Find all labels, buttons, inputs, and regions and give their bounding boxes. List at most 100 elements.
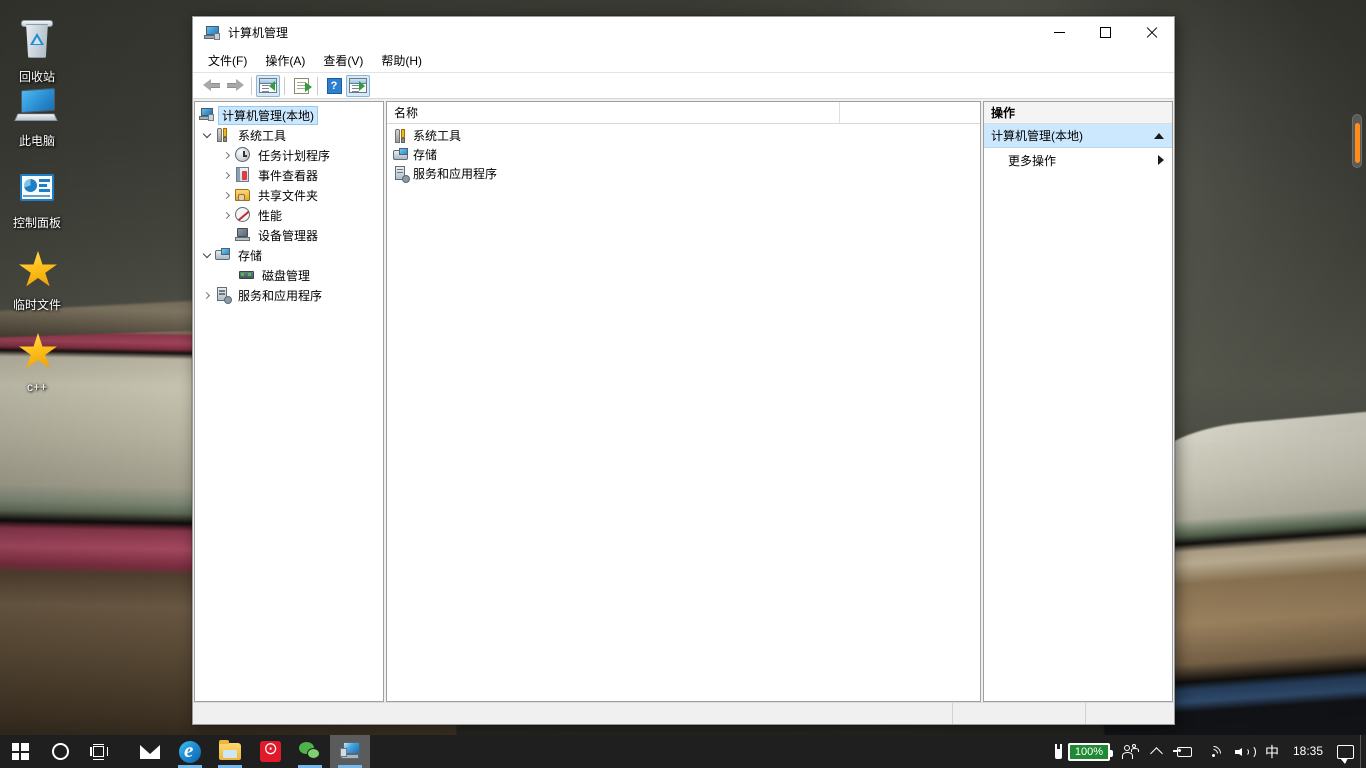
- star-shortcut-icon: [13, 328, 61, 376]
- tree-item-services-and-applications[interactable]: 服务和应用程序: [195, 285, 383, 305]
- taskbar-microsoft-edge[interactable]: [170, 735, 210, 768]
- close-button[interactable]: [1128, 18, 1174, 48]
- taskbar-mail[interactable]: [130, 735, 170, 768]
- help-button[interactable]: ?: [322, 75, 346, 97]
- tray-network[interactable]: [1199, 735, 1229, 768]
- window-action-icon: [349, 78, 367, 93]
- tray-safely-remove-hardware[interactable]: [1167, 735, 1199, 768]
- tray-notification-center[interactable]: [1331, 735, 1360, 768]
- taskbar-cortana-search[interactable]: [40, 735, 80, 768]
- desktop-icon-control-panel[interactable]: 控制面板: [0, 164, 74, 231]
- show-desktop-button[interactable]: [1360, 735, 1366, 768]
- menu-action[interactable]: 操作(A): [256, 49, 314, 72]
- tray-show-hidden-icons[interactable]: [1146, 735, 1167, 768]
- tree-item-label: 存储: [238, 248, 263, 263]
- chevron-down-icon[interactable]: [199, 127, 215, 143]
- tree-item-storage[interactable]: 存储: [195, 245, 383, 265]
- start-button[interactable]: [0, 735, 40, 768]
- chevron-right-icon[interactable]: [219, 187, 235, 203]
- tree-item-disk-management[interactable]: 磁盘管理: [195, 265, 383, 285]
- mail-icon: [140, 744, 160, 759]
- list-item[interactable]: 系统工具: [387, 126, 980, 145]
- menu-bar: 文件(F) 操作(A) 查看(V) 帮助(H): [193, 48, 1174, 73]
- list-item[interactable]: 服务和应用程序: [387, 164, 980, 183]
- minimize-button[interactable]: [1036, 18, 1082, 48]
- cortana-circle-icon: [51, 743, 69, 760]
- edge-icon: [179, 740, 201, 763]
- menu-view[interactable]: 查看(V): [314, 49, 372, 72]
- desktop-icon-temp-files[interactable]: 临时文件: [0, 246, 74, 313]
- forward-button[interactable]: [223, 75, 247, 97]
- chevron-right-icon[interactable]: [219, 147, 235, 163]
- shared-folders-icon: [235, 187, 251, 203]
- device-manager-icon: [235, 227, 251, 243]
- tray-input-method[interactable]: 中: [1259, 735, 1285, 768]
- tree-item-system-tools[interactable]: 系统工具: [195, 125, 383, 145]
- tree-item-performance[interactable]: 性能: [195, 205, 383, 225]
- desktop-icon-recycle-bin[interactable]: 回收站: [0, 18, 74, 85]
- computer-management-icon: [204, 25, 220, 41]
- list-item-label: 存储: [413, 148, 438, 162]
- tray-people[interactable]: [1116, 735, 1146, 768]
- list-item-label: 系统工具: [413, 129, 462, 143]
- taskbar-wechat[interactable]: [290, 735, 330, 768]
- slider-fill: [1355, 123, 1360, 163]
- desktop: 回收站 此电脑 控制面板 临时文件 c++ 计算机管理 文件(F) 操作(A) …: [0, 0, 1366, 768]
- tray-clock[interactable]: 18:35: [1285, 735, 1331, 768]
- chevron-right-icon[interactable]: [199, 287, 215, 303]
- tray-volume[interactable]: [1229, 735, 1259, 768]
- tree-item-shared-folders[interactable]: 共享文件夹: [195, 185, 383, 205]
- menu-help[interactable]: 帮助(H): [372, 49, 431, 72]
- tree-item-label: 任务计划程序: [258, 148, 331, 163]
- desktop-icon-this-pc[interactable]: 此电脑: [0, 82, 74, 149]
- window-titlebar[interactable]: 计算机管理: [193, 17, 1174, 48]
- netease-music-icon: [259, 739, 281, 762]
- window-tree-icon: [259, 78, 277, 93]
- chevron-up-icon: [1150, 747, 1163, 760]
- tree-item-event-viewer[interactable]: 事件查看器: [195, 165, 383, 185]
- action-more-actions[interactable]: 更多操作: [984, 148, 1172, 172]
- taskbar-task-view[interactable]: [80, 735, 120, 768]
- export-list-button[interactable]: [289, 75, 313, 97]
- screen-brightness-slider[interactable]: [1352, 114, 1362, 168]
- chevron-right-icon[interactable]: [219, 167, 235, 183]
- services-apps-icon: [393, 165, 410, 183]
- taskbar-netease-music[interactable]: [250, 735, 290, 768]
- recycle-bin-icon: [13, 18, 61, 66]
- desktop-icon-cpp[interactable]: c++: [0, 328, 74, 395]
- storage-icon: [393, 147, 409, 163]
- window-body: 计算机管理(本地) 系统工具 任务计划程序 事件查看器 共享文件夹 性能 设备管…: [193, 99, 1174, 702]
- chevron-down-icon[interactable]: [199, 247, 215, 263]
- action-item-label: 更多操作: [1008, 153, 1057, 168]
- caret-up-icon[interactable]: [1154, 132, 1164, 139]
- tree-item-task-scheduler[interactable]: 任务计划程序: [195, 145, 383, 165]
- usb-eject-icon: [1172, 745, 1193, 758]
- battery-indicator: 100%: [1067, 742, 1113, 761]
- actions-group-computer-management[interactable]: 计算机管理(本地): [984, 124, 1172, 148]
- taskbar-file-explorer[interactable]: [210, 735, 250, 768]
- question-mark-icon: ?: [326, 77, 342, 94]
- toolbar-separator: [317, 76, 318, 95]
- chevron-right-icon[interactable]: [219, 207, 235, 223]
- show-action-pane-button[interactable]: [346, 74, 370, 97]
- taskbar-computer-management[interactable]: [330, 735, 370, 768]
- tree-item-device-manager[interactable]: 设备管理器: [195, 225, 383, 245]
- status-bar: [193, 702, 1174, 724]
- battery-percent-label: 100%: [1074, 745, 1104, 758]
- tray-battery[interactable]: 100%: [1046, 735, 1116, 768]
- column-header-blank[interactable]: [840, 102, 847, 123]
- toolbar-separator: [284, 76, 285, 95]
- tree-item-label: 事件查看器: [258, 168, 319, 183]
- list-item[interactable]: 存储: [387, 145, 980, 164]
- menu-file[interactable]: 文件(F): [199, 49, 256, 72]
- this-pc-icon: [13, 82, 61, 130]
- control-panel-icon: [13, 164, 61, 212]
- show-hide-tree-button[interactable]: [256, 74, 280, 97]
- maximize-button[interactable]: [1082, 18, 1128, 48]
- event-viewer-icon: [235, 167, 251, 183]
- tree-item-computer-management[interactable]: 计算机管理(本地): [195, 105, 383, 125]
- computer-management-window: 计算机管理 文件(F) 操作(A) 查看(V) 帮助(H) ? 计算机管理(本地…: [192, 16, 1175, 725]
- back-button[interactable]: [199, 75, 223, 97]
- column-header-name[interactable]: 名称: [387, 102, 840, 123]
- ime-label: 中: [1264, 743, 1279, 760]
